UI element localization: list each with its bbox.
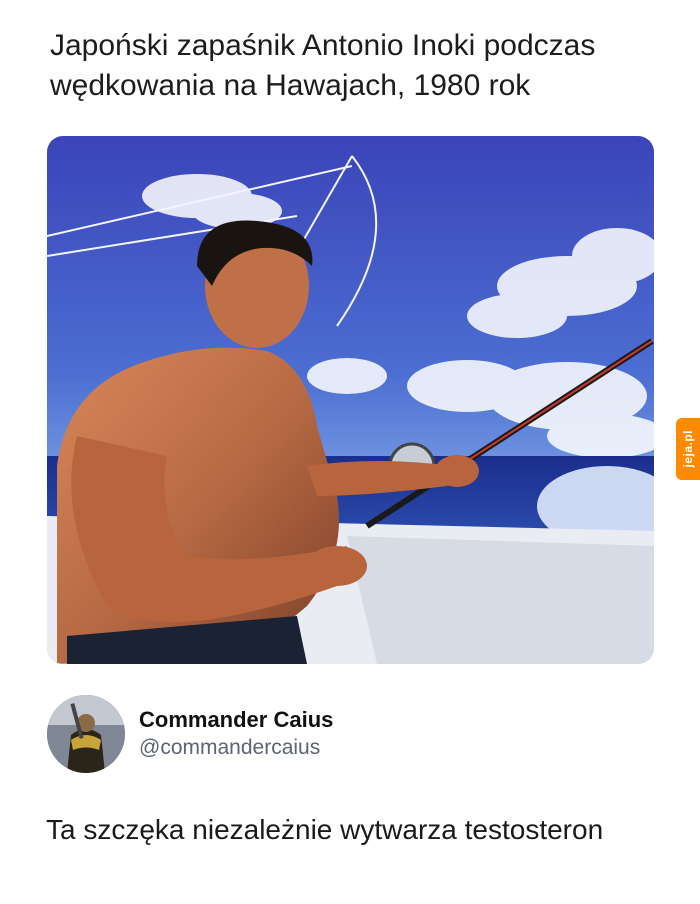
avatar[interactable]	[47, 695, 125, 773]
fishing-photo	[47, 136, 654, 664]
headline: Japoński zapaśnik Antonio Inoki podczas …	[50, 29, 596, 102]
user-handle[interactable]: @commandercaius	[139, 734, 333, 762]
jeja-watermark: jeja.pl	[676, 418, 700, 480]
tweet-author[interactable]: Commander Caius @commandercaius	[47, 694, 647, 774]
watermark-text: jeja.pl	[681, 430, 695, 468]
display-name[interactable]: Commander Caius	[139, 706, 333, 734]
tweet-text: Ta szczęka niezależnie wytwarza testoste…	[46, 814, 604, 845]
